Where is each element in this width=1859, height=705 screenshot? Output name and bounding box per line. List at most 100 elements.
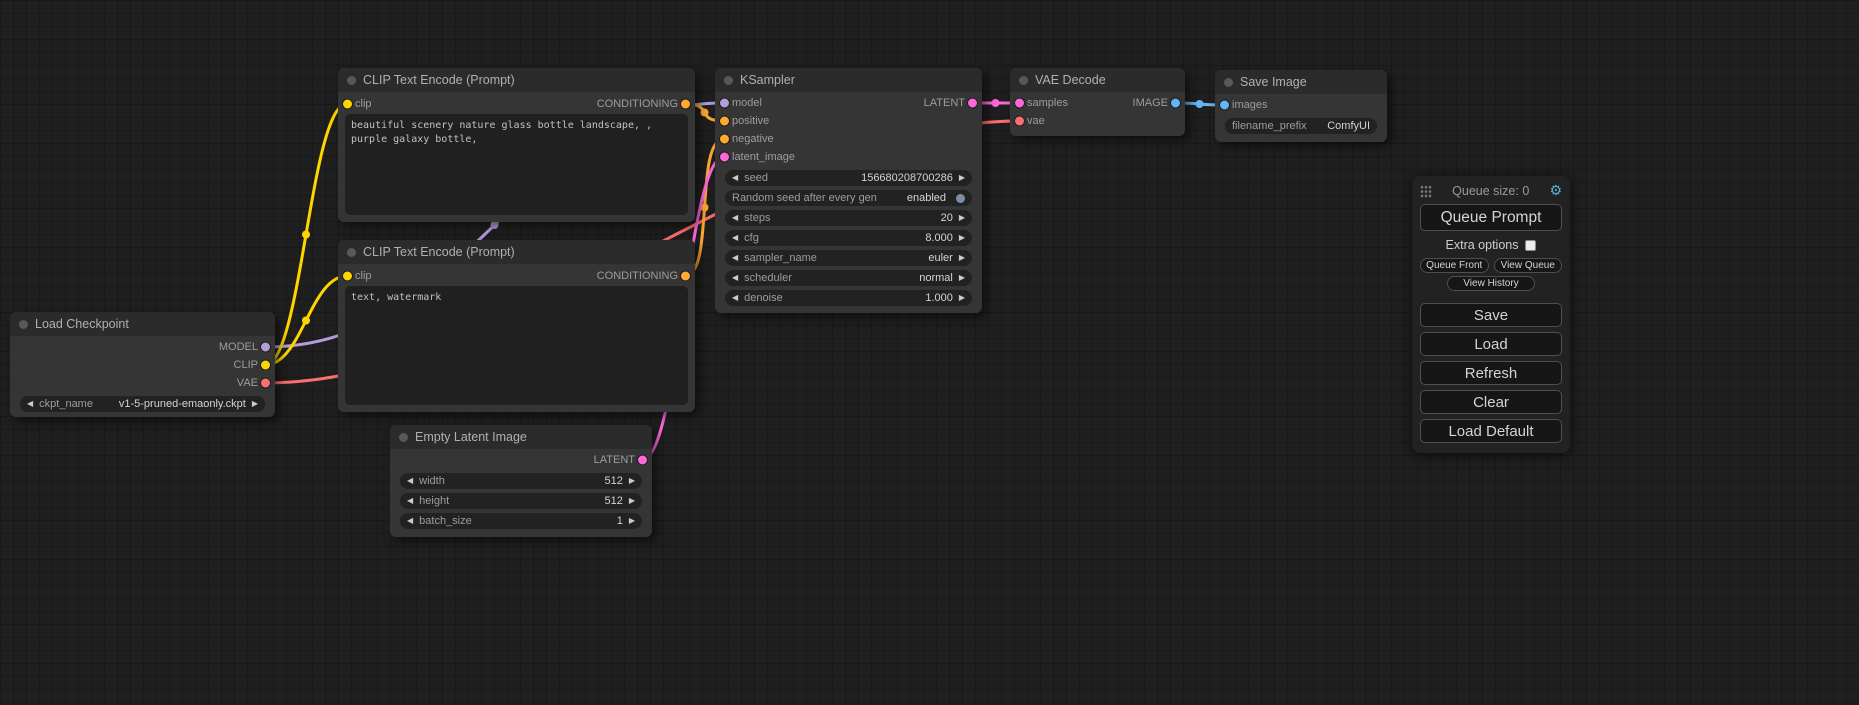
input-dot-model[interactable] <box>720 99 729 108</box>
arrow-right-icon[interactable]: ▶ <box>959 214 965 222</box>
widget-sampler-name[interactable]: ◀ sampler_name euler ▶ <box>725 250 972 266</box>
input-dot-vae[interactable] <box>1015 117 1024 126</box>
input-dot-samples[interactable] <box>1015 99 1024 108</box>
node-empty-latent-image[interactable]: Empty Latent Image LATENT ◀ width 512 ▶ … <box>390 425 652 537</box>
prompt-textarea[interactable]: text, watermark <box>345 286 688 405</box>
queue-front-button[interactable]: Queue Front <box>1420 258 1489 273</box>
node-clip-text-encode-positive[interactable]: CLIP Text Encode (Prompt) clip CONDITION… <box>338 68 695 222</box>
node-title-bar[interactable]: Load Checkpoint <box>10 312 275 336</box>
node-ksampler[interactable]: KSampler model LATENT positive negative … <box>715 68 982 313</box>
input-dot-latent-image[interactable] <box>720 153 729 162</box>
output-dot-conditioning[interactable] <box>681 272 690 281</box>
output-dot-model[interactable] <box>261 343 270 352</box>
output-slot-latent: LATENT <box>390 451 652 469</box>
arrow-left-icon[interactable]: ◀ <box>732 294 738 302</box>
arrow-left-icon[interactable]: ◀ <box>407 477 413 485</box>
arrow-right-icon[interactable]: ▶ <box>959 174 965 182</box>
arrow-left-icon[interactable]: ◀ <box>732 214 738 222</box>
arrow-left-icon[interactable]: ◀ <box>407 497 413 505</box>
widget-seed[interactable]: ◀ seed 156680208700286 ▶ <box>725 170 972 186</box>
node-clip-text-encode-negative[interactable]: CLIP Text Encode (Prompt) clip CONDITION… <box>338 240 695 412</box>
history-pill-row: View History <box>1420 276 1562 291</box>
arrow-left-icon[interactable]: ◀ <box>732 254 738 262</box>
collapse-dot-icon[interactable] <box>724 76 733 85</box>
toggle-knob-icon[interactable] <box>956 194 965 203</box>
load-button[interactable]: Load <box>1420 332 1562 356</box>
input-dot-images[interactable] <box>1220 101 1229 110</box>
arrow-right-icon[interactable]: ▶ <box>629 477 635 485</box>
node-title: CLIP Text Encode (Prompt) <box>363 73 515 87</box>
widget-random-seed-toggle[interactable]: Random seed after every gen enabled <box>725 190 972 206</box>
extra-options-checkbox[interactable] <box>1525 240 1536 251</box>
node-title: Load Checkpoint <box>35 317 129 331</box>
arrow-right-icon[interactable]: ▶ <box>959 274 965 282</box>
slot-row: clip CONDITIONING <box>338 266 695 286</box>
node-title-bar[interactable]: Empty Latent Image <box>390 425 652 449</box>
node-title-bar[interactable]: CLIP Text Encode (Prompt) <box>338 240 695 264</box>
output-dot-vae[interactable] <box>261 379 270 388</box>
input-dot-positive[interactable] <box>720 117 729 126</box>
output-dot-clip[interactable] <box>261 361 270 370</box>
widget-cfg[interactable]: ◀ cfg 8.000 ▶ <box>725 230 972 246</box>
save-button[interactable]: Save <box>1420 303 1562 327</box>
arrow-left-icon[interactable]: ◀ <box>407 517 413 525</box>
node-title-bar[interactable]: KSampler <box>715 68 982 92</box>
widget-width[interactable]: ◀ width 512 ▶ <box>400 473 642 489</box>
node-save-image[interactable]: Save Image images filename_prefix ComfyU… <box>1215 70 1387 142</box>
node-title: Save Image <box>1240 75 1307 89</box>
arrow-left-icon[interactable]: ◀ <box>27 400 33 408</box>
arrow-left-icon[interactable]: ◀ <box>732 234 738 242</box>
collapse-dot-icon[interactable] <box>347 248 356 257</box>
settings-gear-icon[interactable]: ⚙ <box>1549 183 1562 199</box>
clear-button[interactable]: Clear <box>1420 390 1562 414</box>
collapse-dot-icon[interactable] <box>399 433 408 442</box>
extra-options-row: Extra options <box>1420 235 1562 255</box>
output-slot-model: MODEL <box>10 338 275 356</box>
node-title-bar[interactable]: VAE Decode <box>1010 68 1185 92</box>
node-title-bar[interactable]: Save Image <box>1215 70 1387 94</box>
collapse-dot-icon[interactable] <box>1224 78 1233 87</box>
output-dot-conditioning[interactable] <box>681 100 690 109</box>
arrow-left-icon[interactable]: ◀ <box>732 174 738 182</box>
widget-filename-prefix[interactable]: filename_prefix ComfyUI <box>1225 118 1377 134</box>
output-dot-latent[interactable] <box>968 99 977 108</box>
input-slot-latent-image: latent_image <box>715 148 982 166</box>
refresh-button[interactable]: Refresh <box>1420 361 1562 385</box>
widget-denoise[interactable]: ◀ denoise 1.000 ▶ <box>725 290 972 306</box>
load-default-button[interactable]: Load Default <box>1420 419 1562 443</box>
view-history-button[interactable]: View History <box>1447 276 1535 291</box>
arrow-right-icon[interactable]: ▶ <box>252 400 258 408</box>
collapse-dot-icon[interactable] <box>19 320 28 329</box>
drag-handle-icon[interactable] <box>1420 185 1432 198</box>
widget-scheduler[interactable]: ◀ scheduler normal ▶ <box>725 270 972 286</box>
output-dot-image[interactable] <box>1171 99 1180 108</box>
widget-batch-size[interactable]: ◀ batch_size 1 ▶ <box>400 513 642 529</box>
menu-header: Queue size: 0 ⚙ <box>1420 180 1562 202</box>
collapse-dot-icon[interactable] <box>347 76 356 85</box>
output-dot-latent[interactable] <box>638 456 647 465</box>
input-slot-negative: negative <box>715 130 982 148</box>
widget-ckpt-name[interactable]: ◀ ckpt_name v1-5-pruned-emaonly.ckpt ▶ <box>20 396 265 412</box>
queue-prompt-button[interactable]: Queue Prompt <box>1420 204 1562 231</box>
arrow-right-icon[interactable]: ▶ <box>959 254 965 262</box>
widget-height[interactable]: ◀ height 512 ▶ <box>400 493 642 509</box>
view-queue-button[interactable]: View Queue <box>1494 258 1563 273</box>
arrow-right-icon[interactable]: ▶ <box>959 294 965 302</box>
slot-row: samples IMAGE <box>1010 94 1185 112</box>
node-graph-canvas[interactable]: Load Checkpoint MODEL CLIP VAE ◀ ckpt_na… <box>0 0 1859 705</box>
node-load-checkpoint[interactable]: Load Checkpoint MODEL CLIP VAE ◀ ckpt_na… <box>10 312 275 417</box>
input-dot-clip[interactable] <box>343 100 352 109</box>
queue-pill-row: Queue Front View Queue <box>1420 258 1562 273</box>
node-vae-decode[interactable]: VAE Decode samples IMAGE vae <box>1010 68 1185 136</box>
arrow-right-icon[interactable]: ▶ <box>629 517 635 525</box>
prompt-textarea[interactable]: beautiful scenery nature glass bottle la… <box>345 114 688 215</box>
collapse-dot-icon[interactable] <box>1019 76 1028 85</box>
widget-steps[interactable]: ◀ steps 20 ▶ <box>725 210 972 226</box>
input-dot-negative[interactable] <box>720 135 729 144</box>
slot-row: model LATENT <box>715 94 982 112</box>
input-dot-clip[interactable] <box>343 272 352 281</box>
arrow-right-icon[interactable]: ▶ <box>959 234 965 242</box>
arrow-left-icon[interactable]: ◀ <box>732 274 738 282</box>
arrow-right-icon[interactable]: ▶ <box>629 497 635 505</box>
node-title-bar[interactable]: CLIP Text Encode (Prompt) <box>338 68 695 92</box>
